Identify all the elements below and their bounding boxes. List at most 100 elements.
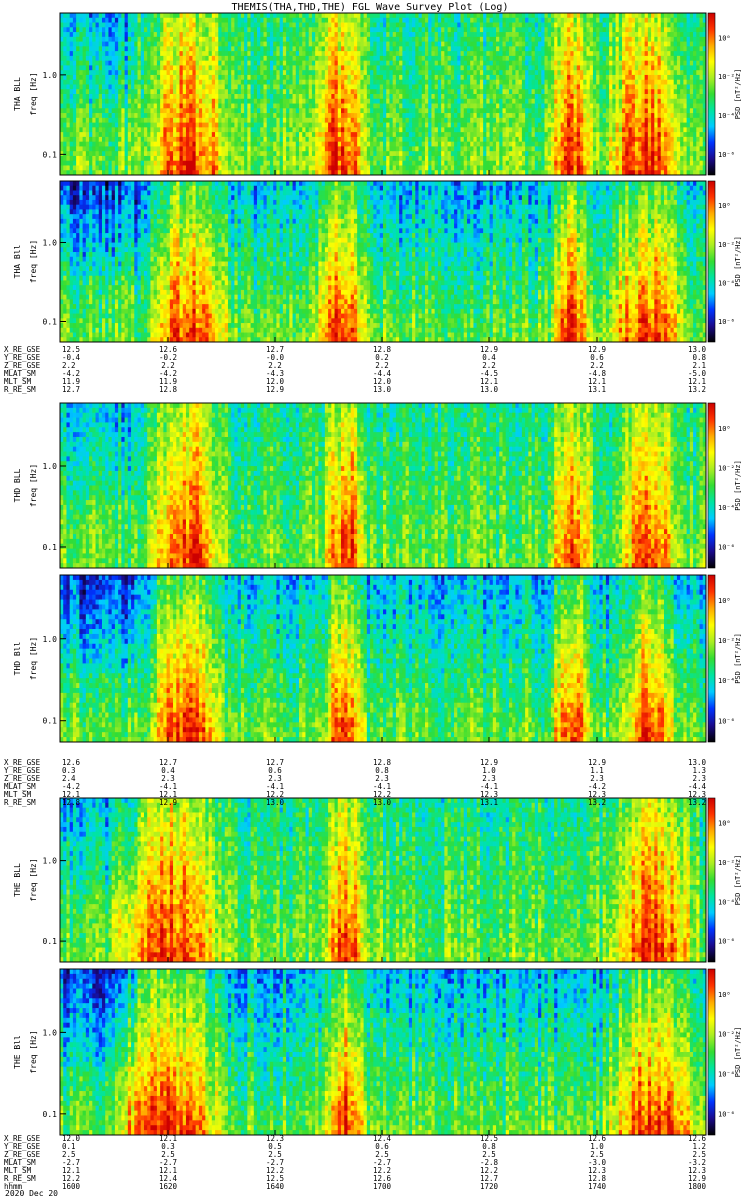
spectrogram-cell — [492, 27, 497, 33]
spectrogram-cell — [344, 117, 348, 123]
spectrogram-cell — [221, 60, 226, 66]
spectrogram-cell — [85, 22, 90, 28]
spectrogram-cell — [134, 65, 138, 71]
spectrogram-cell — [383, 41, 387, 47]
spectrogram-cell — [463, 65, 468, 71]
spectrogram-cell — [324, 22, 329, 28]
spectrogram-cell — [189, 122, 193, 128]
spectrogram-cell — [463, 17, 468, 23]
spectrogram-cell — [114, 13, 119, 19]
spectrogram-cell — [370, 108, 374, 114]
spectrogram-cell — [292, 132, 297, 138]
spectrogram-cell — [160, 94, 164, 100]
spectrogram-cell — [98, 70, 103, 76]
spectrogram-cell — [66, 89, 71, 95]
spectrogram-cell — [69, 51, 74, 57]
spectrogram-cell — [266, 155, 271, 162]
spectrogram-cell — [69, 122, 74, 128]
spectrogram-cell — [79, 103, 84, 109]
spectrogram-cell — [460, 136, 465, 143]
spectrogram-cell — [198, 79, 203, 85]
spectrogram-cell — [69, 60, 74, 66]
spectrogram-cell — [496, 146, 500, 152]
spectrogram-cell — [127, 13, 132, 19]
spectrogram-cell — [399, 70, 403, 76]
spectrogram-cell — [331, 108, 335, 114]
spectrogram-cell — [366, 89, 371, 95]
spectrogram-cell — [211, 94, 216, 100]
spectrogram-cell — [286, 55, 290, 62]
spectrogram-cell — [282, 89, 287, 95]
spectrogram-cell — [276, 79, 281, 85]
spectrogram-cell — [89, 132, 93, 138]
spectrogram-cell — [324, 84, 329, 90]
spectrogram-cell — [182, 89, 187, 95]
spectrogram-cell — [454, 122, 458, 128]
spectrogram-cell — [499, 17, 503, 23]
spectrogram-cell — [279, 146, 284, 152]
spectrogram-cell — [357, 146, 361, 152]
spectrogram-cell — [218, 41, 222, 47]
spectrogram-cell — [295, 13, 300, 19]
spectrogram-cell — [399, 141, 403, 147]
spectrogram-cell — [434, 146, 439, 152]
spectrogram-cell — [392, 146, 397, 152]
spectrogram-cell — [205, 74, 209, 81]
spectrogram-cell — [454, 127, 458, 133]
spectrogram-cell — [486, 51, 490, 57]
spectrogram-cell — [98, 46, 103, 52]
spectrogram-cell — [286, 60, 290, 66]
spectrogram-cell — [237, 36, 242, 42]
spectrogram-cell — [450, 32, 455, 38]
spectrogram-cell — [156, 127, 161, 133]
spectrogram-cell — [521, 103, 526, 109]
spectrogram-cell — [457, 36, 461, 42]
spectrogram-cell — [521, 51, 526, 57]
spectrogram-cell — [424, 27, 429, 33]
spectrogram-cell — [466, 13, 471, 19]
spectrogram-cell — [347, 165, 352, 171]
spectrogram-cell — [505, 103, 510, 109]
spectrogram-cell — [101, 84, 106, 90]
spectrogram-cell — [360, 141, 365, 147]
spectrogram-cell — [318, 41, 323, 47]
spectrogram-cell — [260, 103, 264, 109]
spectrogram-cell — [72, 155, 77, 162]
spectrogram-cell — [282, 22, 287, 28]
spectrogram-cell — [279, 74, 284, 81]
spectrogram-cell — [444, 74, 448, 81]
spectrogram-cell — [489, 151, 494, 157]
spectrogram-cell — [182, 94, 187, 100]
spectrogram-cell — [208, 132, 213, 138]
spectrogram-cell — [347, 36, 352, 42]
spectrogram-cell — [263, 155, 268, 162]
spectrogram-cell — [263, 84, 268, 90]
spectrogram-cell — [328, 113, 332, 119]
spectrogram-cell — [179, 60, 184, 66]
spectrogram-cell — [227, 151, 232, 157]
spectrogram-cell — [114, 103, 119, 109]
spectrogram-cell — [63, 103, 67, 109]
spectrogram-cell — [111, 74, 116, 81]
spectrogram-cell — [302, 65, 306, 71]
spectrogram-cell — [227, 84, 232, 90]
spectrogram-cell — [444, 65, 448, 71]
spectrogram-cell — [182, 151, 187, 157]
spectrogram-cell — [505, 113, 510, 119]
spectrogram-cell — [392, 27, 397, 33]
spectrogram-cell — [266, 89, 271, 95]
spectrogram-cell — [279, 94, 284, 100]
spectrogram-cell — [370, 13, 374, 19]
spectrogram-cell — [72, 27, 77, 33]
spectrogram-cell — [525, 36, 529, 42]
spectrogram-cell — [405, 127, 410, 133]
spectrogram-cell — [218, 108, 222, 114]
spectrogram-cell — [531, 36, 536, 42]
spectrogram-cell — [127, 103, 132, 109]
spectrogram-cell — [415, 46, 419, 52]
spectrogram-cell — [418, 79, 423, 85]
spectrogram-cell — [192, 41, 197, 47]
spectrogram-cell — [63, 55, 67, 62]
spectrogram-cell — [273, 160, 277, 166]
spectrogram-cell — [505, 70, 510, 76]
